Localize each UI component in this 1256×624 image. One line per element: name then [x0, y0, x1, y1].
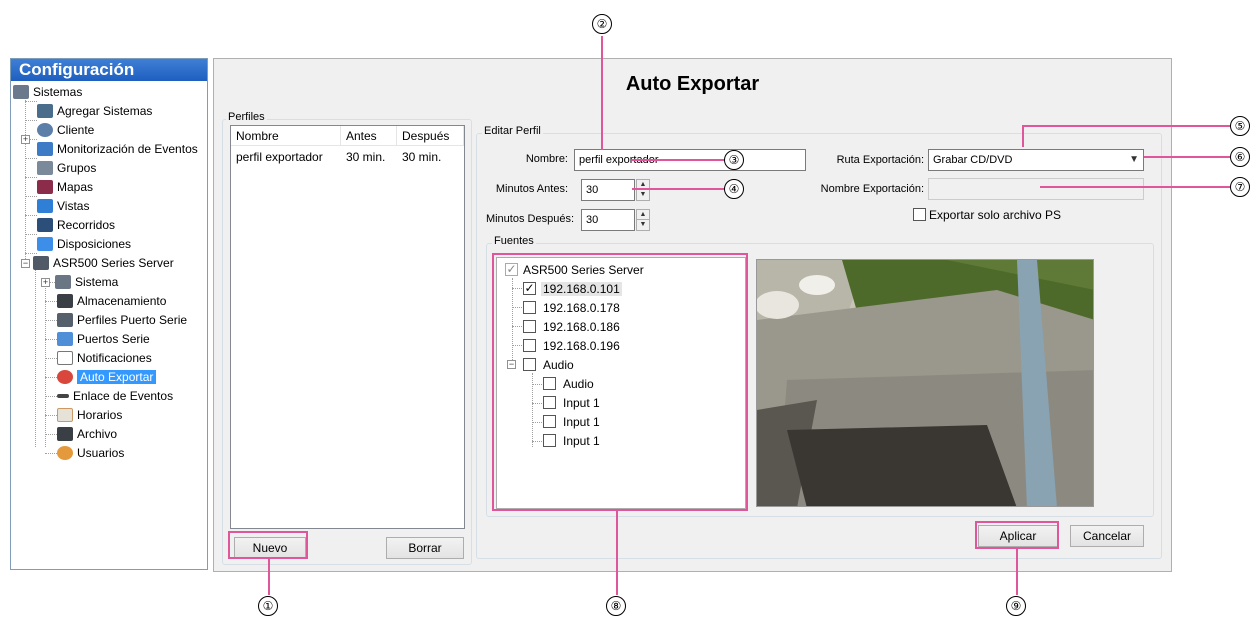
storage-icon — [57, 294, 73, 308]
chevron-down-icon: ▼ — [1129, 154, 1139, 165]
sidebar-item-perfiles-puerto-serie[interactable]: Perfiles Puerto Serie — [57, 311, 187, 330]
sidebar-item-grupos[interactable]: Grupos — [37, 159, 96, 178]
leader-line-5-h — [1022, 125, 1232, 127]
serial-port-icon — [57, 332, 73, 346]
minutes-before-stepper[interactable]: ▲ ▼ — [636, 179, 650, 201]
minutes-after-stepper[interactable]: ▲ ▼ — [636, 209, 650, 231]
sidebar-item-disposiciones[interactable]: Disposiciones — [37, 235, 131, 254]
export-name-field[interactable] — [928, 178, 1144, 200]
sistema-expander[interactable]: + — [41, 278, 50, 287]
sidebar-item-sistemas[interactable]: Sistemas — [13, 83, 82, 102]
tours-icon — [37, 218, 53, 232]
chevron-down-icon[interactable]: ▼ — [637, 220, 649, 230]
gear-icon — [37, 123, 53, 137]
sources-group-label: Fuentes — [492, 235, 536, 247]
server-icon — [33, 256, 49, 270]
leader-line-7 — [1040, 186, 1232, 188]
highlight-apply-button — [975, 521, 1059, 549]
sidebar-title: Configuración — [11, 59, 207, 81]
sidebar-item-enlace-eventos[interactable]: Enlace de Eventos — [57, 387, 173, 406]
sidebar-item-puertos-serie[interactable]: Puertos Serie — [57, 330, 150, 349]
add-system-icon — [37, 104, 53, 118]
profile-before-cell: 30 min. — [346, 150, 386, 164]
export-name-label: Nombre Exportación: — [820, 183, 924, 195]
minutes-before-label: Minutos Antes: — [495, 183, 568, 195]
sidebar-item-usuarios[interactable]: Usuarios — [57, 444, 124, 463]
export-path-select[interactable]: Grabar CD/DVD ▼ — [928, 149, 1144, 171]
sidebar-item-mapas[interactable]: Mapas — [37, 178, 93, 197]
server-icon — [13, 85, 29, 99]
layouts-icon — [37, 237, 53, 251]
delete-button[interactable]: Borrar — [386, 537, 464, 559]
system-icon — [55, 275, 71, 289]
calendar-icon — [57, 408, 73, 422]
leader-line-9 — [1016, 549, 1018, 595]
profiles-group-label: Perfiles — [226, 111, 267, 123]
sidebar-item-archivo[interactable]: Archivo — [57, 425, 117, 444]
profile-after-cell: 30 min. — [402, 150, 442, 164]
highlight-sources-tree — [492, 253, 748, 511]
leader-line-8 — [616, 511, 618, 595]
column-header-despues[interactable]: Después — [397, 126, 464, 146]
chevron-down-icon[interactable]: ▼ — [637, 190, 649, 200]
link-icon — [57, 394, 69, 398]
map-icon — [37, 180, 53, 194]
leader-line-1 — [268, 559, 270, 595]
callout-1: ① — [258, 596, 278, 616]
sidebar-item-vistas[interactable]: Vistas — [37, 197, 89, 216]
sidebar-item-agregar-sistemas[interactable]: Agregar Sistemas — [37, 102, 152, 121]
minutes-after-field[interactable]: 30 — [581, 209, 635, 231]
config-sidebar: Configuración + − + Sistemas Agregar Sis… — [10, 58, 208, 570]
sidebar-item-cliente[interactable]: Cliente — [37, 121, 94, 140]
leader-line-5-v — [1022, 125, 1024, 147]
camera-preview-image — [756, 259, 1094, 507]
sidebar-item-horarios[interactable]: Horarios — [57, 406, 122, 425]
column-header-nombre[interactable]: Nombre — [231, 126, 341, 146]
auto-export-icon — [57, 370, 73, 384]
callout-2: ② — [592, 14, 612, 34]
sidebar-item-monitorizacion[interactable]: Monitorización de Eventos — [37, 140, 198, 159]
sidebar-item-almacenamiento[interactable]: Almacenamiento — [57, 292, 166, 311]
page-title: Auto Exportar — [625, 73, 760, 95]
serial-profile-icon — [57, 313, 73, 327]
leader-line-4 — [632, 188, 724, 190]
views-icon — [37, 199, 53, 213]
groups-icon — [37, 161, 53, 175]
column-header-antes[interactable]: Antes — [341, 126, 397, 146]
callout-4: ④ — [724, 179, 744, 199]
sidebar-item-notificaciones[interactable]: Notificaciones — [57, 349, 152, 368]
export-path-value: Grabar CD/DVD — [933, 154, 1013, 166]
callout-5: ⑤ — [1230, 116, 1250, 136]
export-path-label: Ruta Exportación: — [836, 154, 924, 166]
callout-3: ③ — [724, 150, 744, 170]
leader-line-2 — [601, 36, 603, 150]
sidebar-item-asr500-server[interactable]: ASR500 Series Server — [33, 254, 174, 273]
sidebar-item-sistema[interactable]: Sistema — [55, 273, 118, 292]
minutes-after-label: Minutos Después: — [485, 213, 574, 225]
chevron-up-icon[interactable]: ▲ — [637, 210, 649, 220]
envelope-icon — [57, 351, 73, 365]
users-icon — [57, 446, 73, 460]
sidebar-item-recorridos[interactable]: Recorridos — [37, 216, 115, 235]
callout-6: ⑥ — [1230, 147, 1250, 167]
cliente-expander[interactable]: + — [21, 135, 30, 144]
profile-name-cell: perfil exportador — [236, 150, 323, 164]
cancel-button[interactable]: Cancelar — [1070, 525, 1144, 547]
leader-line-6 — [1144, 156, 1232, 158]
event-monitor-icon — [37, 142, 53, 156]
callout-9: ⑨ — [1006, 596, 1026, 616]
callout-7: ⑦ — [1230, 177, 1250, 197]
leader-line-3 — [632, 159, 724, 161]
profiles-list[interactable]: Nombre Antes Después perfil exportador 3… — [230, 125, 465, 529]
archive-icon — [57, 427, 73, 441]
ps-only-label[interactable]: Exportar solo archivo PS — [929, 208, 1061, 222]
minutes-before-field[interactable]: 30 — [581, 179, 635, 201]
callout-8: ⑧ — [606, 596, 626, 616]
name-label: Nombre: — [525, 153, 568, 165]
sidebar-item-auto-exportar[interactable]: Auto Exportar — [57, 368, 157, 387]
ps-only-checkbox[interactable] — [913, 208, 926, 221]
highlight-new-button — [228, 531, 308, 559]
edit-profile-group-label: Editar Perfil — [482, 125, 543, 137]
server-expander[interactable]: − — [21, 259, 30, 268]
